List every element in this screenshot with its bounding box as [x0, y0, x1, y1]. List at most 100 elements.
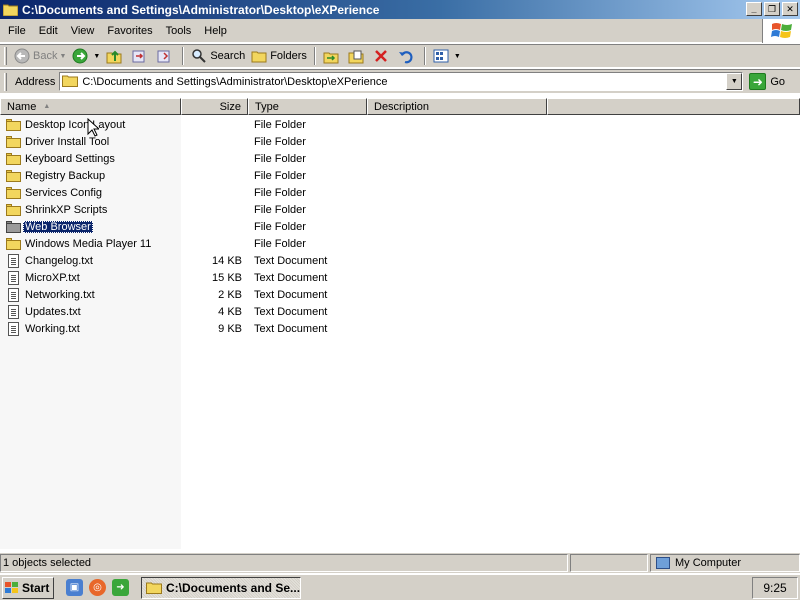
- folders-icon: [251, 48, 267, 64]
- copy-button[interactable]: [345, 46, 370, 66]
- column-header-name[interactable]: Name ▲: [0, 98, 181, 115]
- folder-icon: [6, 118, 21, 131]
- status-selection-text: 1 objects selected: [3, 557, 92, 569]
- column-header-size[interactable]: Size: [181, 98, 248, 115]
- close-button[interactable]: ✕: [782, 2, 798, 16]
- file-name: Working.txt: [25, 322, 80, 335]
- minimize-button[interactable]: _: [746, 2, 762, 16]
- column-description-label: Description: [374, 100, 430, 113]
- title-bar[interactable]: C:\Documents and Settings\Administrator\…: [0, 0, 800, 19]
- status-selection-pane: 1 objects selected: [0, 554, 568, 572]
- move-button[interactable]: [320, 46, 345, 66]
- file-list-item[interactable]: Changelog.txt 14 KB Text Document: [0, 252, 800, 269]
- file-type: Text Document: [254, 305, 328, 318]
- menu-help[interactable]: Help: [198, 23, 233, 39]
- chevron-down-icon[interactable]: ▼: [93, 53, 100, 60]
- file-size: 4 KB: [218, 305, 242, 318]
- text-document-icon: [8, 253, 19, 268]
- file-list-item[interactable]: ShrinkXP Scripts File Folder: [0, 201, 800, 218]
- back-label: Back: [33, 50, 58, 62]
- file-size: 2 KB: [218, 288, 242, 301]
- column-header-description[interactable]: Description: [367, 98, 547, 115]
- mouse-cursor-icon: [87, 117, 101, 140]
- start-label: Start: [22, 580, 50, 595]
- file-list-item[interactable]: MicroXP.txt 15 KB Text Document: [0, 269, 800, 286]
- file-type: File Folder: [254, 186, 306, 199]
- file-name-cell: Web Browser: [6, 220, 93, 233]
- windows-logo-icon: [762, 19, 800, 43]
- chevron-down-icon[interactable]: ▼: [454, 53, 461, 60]
- chevron-down-icon[interactable]: ▼: [59, 53, 66, 60]
- start-button[interactable]: Start: [2, 576, 54, 599]
- file-list-item[interactable]: Web Browser File Folder: [0, 218, 800, 235]
- menu-file[interactable]: File: [2, 23, 32, 39]
- taskbar-window-label: C:\Documents and Se...: [166, 580, 301, 595]
- file-list-item[interactable]: Working.txt 9 KB Text Document: [0, 320, 800, 337]
- file-list-item[interactable]: Windows Media Player 11 File Folder: [0, 235, 800, 252]
- folder-icon: [146, 581, 162, 594]
- chevron-down-icon: ▼: [730, 78, 738, 85]
- toolbar-separator: [182, 47, 185, 65]
- file-name: Services Config: [25, 186, 103, 199]
- file-name-cell: Desktop Icon Layout: [6, 118, 127, 131]
- move-to-icon: [131, 48, 147, 64]
- status-location-text: My Computer: [675, 557, 742, 569]
- show-desktop-icon[interactable]: ▣: [66, 579, 83, 596]
- file-name-cell: Windows Media Player 11: [6, 237, 153, 250]
- views-icon: [433, 48, 449, 64]
- menu-tools[interactable]: Tools: [160, 23, 198, 39]
- file-list-item[interactable]: Keyboard Settings File Folder: [0, 150, 800, 167]
- my-computer-icon: [656, 557, 670, 569]
- go-label: Go: [770, 75, 786, 88]
- address-value: C:\Documents and Settings\Administrator\…: [82, 75, 388, 88]
- browser-icon[interactable]: ◎: [89, 579, 106, 596]
- menu-favorites[interactable]: Favorites: [101, 23, 158, 39]
- file-type: Text Document: [254, 322, 328, 335]
- menu-view[interactable]: View: [65, 23, 101, 39]
- window-title: C:\Documents and Settings\Administrator\…: [22, 2, 380, 17]
- file-list-item[interactable]: Networking.txt 2 KB Text Document: [0, 286, 800, 303]
- toolbar-grip[interactable]: [4, 47, 7, 65]
- file-type: File Folder: [254, 237, 306, 250]
- undo-button[interactable]: [395, 46, 420, 66]
- folder-icon: [6, 152, 21, 165]
- file-type: Text Document: [254, 271, 328, 284]
- file-name-cell: Networking.txt: [6, 287, 97, 302]
- folders-button[interactable]: Folders: [248, 46, 310, 66]
- file-name-cell: Working.txt: [6, 321, 82, 336]
- address-bar: Address C:\Documents and Settings\Admini…: [0, 69, 800, 93]
- back-button[interactable]: Back ▼: [11, 46, 69, 66]
- up-folder-button[interactable]: [103, 46, 128, 66]
- go-button[interactable]: ➜ Go: [749, 73, 785, 90]
- address-dropdown-button[interactable]: ▼: [726, 73, 743, 90]
- go-arrow-icon[interactable]: ➜: [112, 579, 129, 596]
- toolbar-separator: [313, 47, 316, 65]
- column-header-type[interactable]: Type: [248, 98, 367, 115]
- address-input[interactable]: C:\Documents and Settings\Administrator\…: [59, 72, 744, 91]
- search-icon: [191, 48, 207, 64]
- up-folder-icon: [106, 48, 122, 64]
- file-type: File Folder: [254, 220, 306, 233]
- file-type: File Folder: [254, 135, 306, 148]
- maximize-button[interactable]: ❐: [764, 2, 780, 16]
- move-to-button[interactable]: [128, 46, 153, 66]
- file-list-item[interactable]: Updates.txt 4 KB Text Document: [0, 303, 800, 320]
- file-list-item[interactable]: Registry Backup File Folder: [0, 167, 800, 184]
- file-list-item[interactable]: Services Config File Folder: [0, 184, 800, 201]
- search-button[interactable]: Search: [188, 46, 248, 66]
- file-name: MicroXP.txt: [25, 271, 80, 284]
- delete-button[interactable]: [370, 46, 395, 66]
- taskbar-window-button[interactable]: C:\Documents and Se...: [141, 576, 301, 599]
- file-list-item[interactable]: Driver Install Tool File Folder: [0, 133, 800, 150]
- move-folder-icon: [323, 48, 339, 64]
- forward-button[interactable]: ▼: [69, 46, 103, 66]
- views-button[interactable]: ▼: [430, 46, 464, 66]
- file-type: Text Document: [254, 288, 328, 301]
- toolbar-separator: [423, 47, 426, 65]
- file-list-item[interactable]: Desktop Icon Layout File Folder: [0, 116, 800, 133]
- clock[interactable]: 9:25: [763, 581, 786, 595]
- copy-to-button[interactable]: [153, 46, 178, 66]
- menu-edit[interactable]: Edit: [33, 23, 64, 39]
- address-grip[interactable]: [4, 72, 7, 91]
- file-list[interactable]: Desktop Icon Layout File Folder Driver Ins…: [0, 115, 800, 549]
